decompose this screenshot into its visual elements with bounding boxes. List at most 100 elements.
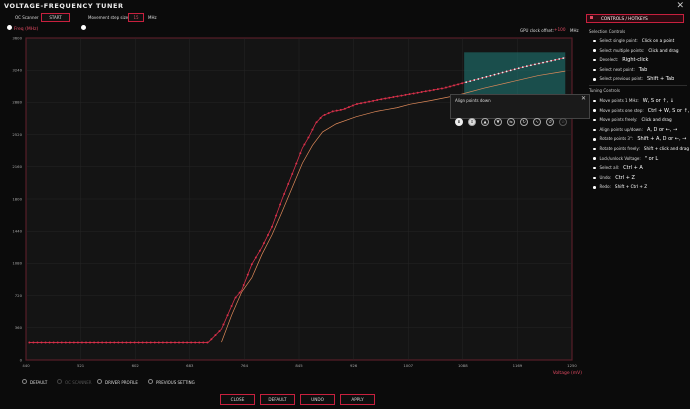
curve-point[interactable] [52, 341, 55, 344]
curve-point[interactable] [404, 93, 407, 96]
curve-point[interactable] [420, 91, 423, 94]
curve-point[interactable] [137, 341, 140, 344]
curve-point[interactable] [347, 106, 350, 109]
curve-point[interactable] [436, 88, 439, 91]
curve-point[interactable] [453, 84, 456, 87]
curve-point[interactable] [465, 81, 468, 84]
curve-point[interactable] [109, 341, 112, 344]
undo-button[interactable]: UNDO [300, 394, 335, 405]
curve-point[interactable] [226, 314, 229, 317]
curve-point[interactable] [388, 96, 391, 99]
curve-point[interactable] [125, 341, 128, 344]
curve-point[interactable] [550, 59, 553, 62]
curve-point[interactable] [355, 103, 358, 106]
align-down-icon[interactable]: ⬇ [455, 118, 463, 126]
curve-point[interactable] [80, 341, 83, 344]
flat-icon[interactable]: ⇆ [507, 118, 515, 126]
curve-point[interactable] [234, 296, 237, 299]
rotate-alt-icon[interactable]: ↺ [546, 118, 554, 126]
curve-point[interactable] [266, 233, 269, 236]
curve-point[interactable] [440, 87, 443, 90]
curve-point[interactable] [271, 225, 274, 228]
curve-point[interactable] [178, 341, 181, 344]
curve-point[interactable] [149, 341, 152, 344]
curve-point[interactable] [173, 341, 176, 344]
curve-point[interactable] [493, 73, 496, 76]
curve-point[interactable] [262, 242, 265, 245]
curve-point[interactable] [246, 273, 249, 276]
curve-point[interactable] [40, 341, 43, 344]
curve-point[interactable] [343, 107, 346, 110]
curve-point[interactable] [283, 192, 286, 195]
curve-point[interactable] [558, 58, 561, 60]
vf-curve-chart[interactable]: 440 521 602 683 764 845 926 1007 1088 1169 1250 0 36… [0, 0, 690, 409]
curve-point[interactable] [121, 341, 124, 344]
curve-point[interactable] [505, 70, 508, 73]
curve-point[interactable] [206, 341, 209, 344]
curve-point[interactable] [218, 330, 221, 333]
curve-point[interactable] [64, 341, 67, 344]
curve-point[interactable] [48, 341, 51, 344]
curve-point[interactable] [364, 101, 367, 104]
close-button[interactable]: CLOSE [220, 394, 255, 405]
curve-point[interactable] [360, 102, 363, 105]
profile-radio[interactable] [97, 379, 102, 384]
curve-point[interactable] [432, 88, 435, 91]
curve-point[interactable] [538, 62, 540, 65]
curve-point[interactable] [157, 341, 160, 344]
curve-point[interactable] [222, 323, 225, 326]
curve-point[interactable] [169, 341, 172, 344]
curve-point[interactable] [307, 136, 310, 139]
curve-point[interactable] [331, 110, 334, 113]
curve-point[interactable] [448, 85, 451, 88]
default-button[interactable]: DEFAULT [260, 394, 295, 405]
rotate-icon[interactable]: ↻ [520, 118, 528, 126]
popup-close-icon[interactable]: ✕ [581, 95, 586, 102]
curve-point[interactable] [319, 116, 322, 119]
curve-point[interactable] [529, 64, 532, 67]
profile-radio[interactable] [148, 379, 153, 384]
curve-point[interactable] [230, 304, 233, 307]
curve-point[interactable] [457, 83, 460, 86]
curve-point[interactable] [461, 82, 464, 85]
curve-point[interactable] [295, 162, 298, 165]
curve-point[interactable] [129, 341, 132, 344]
curve-point[interactable] [315, 121, 318, 124]
curve-point[interactable] [424, 90, 427, 93]
curve-point[interactable] [444, 86, 447, 89]
curve-point[interactable] [279, 203, 282, 206]
curve-point[interactable] [113, 341, 116, 344]
curve-point[interactable] [194, 341, 197, 344]
curve-point[interactable] [44, 341, 47, 344]
curve-point[interactable] [339, 108, 342, 111]
curve-point[interactable] [525, 65, 528, 68]
align-center-icon[interactable]: ⇕ [468, 118, 476, 126]
curve-point[interactable] [509, 69, 512, 72]
curve-point[interactable] [562, 57, 565, 60]
curve-point[interactable] [275, 214, 278, 217]
curve-point[interactable] [303, 143, 306, 146]
curve-point[interactable] [258, 249, 261, 252]
curve-point[interactable] [89, 341, 92, 344]
curve-point[interactable] [182, 341, 185, 344]
curve-point[interactable] [311, 128, 314, 131]
curve-point[interactable] [412, 92, 415, 95]
curve-point[interactable] [76, 341, 79, 344]
curve-point[interactable] [214, 334, 217, 337]
curve-point[interactable] [400, 94, 403, 97]
curve-point[interactable] [56, 341, 59, 344]
curve-point[interactable] [133, 341, 136, 344]
curve-point[interactable] [254, 256, 257, 259]
curve-point[interactable] [97, 341, 100, 344]
curve-point[interactable] [291, 172, 294, 175]
curve-point[interactable] [469, 80, 472, 83]
curve-point[interactable] [141, 341, 144, 344]
curve-point[interactable] [202, 341, 205, 344]
curve-point[interactable] [198, 341, 201, 344]
curve-point[interactable] [416, 91, 419, 94]
curve-point[interactable] [372, 99, 375, 102]
curve-point[interactable] [161, 341, 164, 344]
curve-point[interactable] [323, 113, 326, 116]
curve-point[interactable] [32, 341, 35, 344]
curve-point[interactable] [190, 341, 193, 344]
